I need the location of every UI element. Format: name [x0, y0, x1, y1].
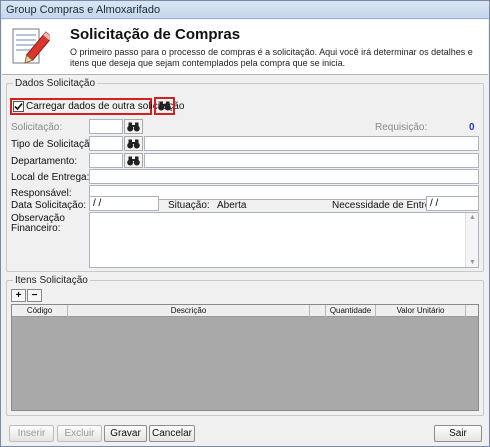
- tipo-solicitacao-desc-input[interactable]: [144, 136, 479, 151]
- carregar-checkbox[interactable]: [13, 101, 24, 112]
- solicitacao-label: Solicitação:: [11, 122, 63, 133]
- tipo-solicitacao-search-button[interactable]: [124, 136, 143, 151]
- data-solicitacao-label: Data Solicitação:: [11, 200, 87, 211]
- situacao-value: Aberta: [217, 200, 247, 211]
- binoculars-icon: [158, 101, 171, 111]
- scroll-down-icon[interactable]: ▼: [469, 259, 476, 266]
- tipo-solicitacao-code-input[interactable]: [89, 136, 123, 151]
- data-solicitacao-input[interactable]: / /: [89, 196, 159, 211]
- tipo-solicitacao-label: Tipo de Solicitação:: [11, 139, 98, 150]
- binoculars-icon: [127, 139, 140, 148]
- itens-grid[interactable]: Código Descrição Quantidade Valor Unitár…: [11, 304, 479, 411]
- column-header-valor-unitario[interactable]: Valor Unitário: [376, 305, 466, 317]
- cancelar-button[interactable]: Cancelar: [149, 425, 195, 442]
- necessidade-entrega-input[interactable]: / /: [426, 196, 479, 211]
- column-header-descricao[interactable]: Descrição: [68, 305, 310, 317]
- inserir-button[interactable]: Inserir: [9, 425, 54, 442]
- column-header-codigo[interactable]: Código: [12, 305, 68, 317]
- excluir-button[interactable]: Excluir: [57, 425, 102, 442]
- document-pencil-icon: [10, 26, 53, 68]
- departamento-code-input[interactable]: [89, 153, 123, 168]
- requisicao-value: 0: [469, 122, 475, 133]
- local-entrega-label: Local de Entrega:: [11, 172, 90, 183]
- departamento-search-button[interactable]: [124, 153, 143, 168]
- remove-item-button[interactable]: −: [27, 289, 42, 302]
- column-header-quantidade[interactable]: Quantidade: [326, 305, 376, 317]
- carregar-search-button[interactable]: [156, 99, 173, 113]
- gravar-button[interactable]: Gravar: [104, 425, 147, 442]
- window-title: Group Compras e Almoxarifado: [6, 4, 161, 16]
- dados-legend: Dados Solicitação: [15, 78, 96, 89]
- main-window: Group Compras e Almoxarifado Solicitação…: [0, 0, 490, 447]
- add-item-button[interactable]: +: [11, 289, 26, 302]
- title-bar: Group Compras e Almoxarifado: [1, 1, 489, 19]
- header-panel: Solicitação de Compras O primeiro passo …: [2, 20, 488, 75]
- requisicao-label: Requisição:: [375, 122, 428, 133]
- scroll-up-icon[interactable]: ▲: [469, 214, 476, 221]
- binoculars-icon: [127, 122, 140, 131]
- responsavel-label: Responsável:: [11, 188, 72, 199]
- binoculars-icon: [127, 156, 140, 165]
- solicitacao-search-button[interactable]: [124, 119, 143, 134]
- page-title: Solicitação de Compras: [70, 26, 241, 43]
- itens-grid-header: Código Descrição Quantidade Valor Unitár…: [12, 305, 478, 317]
- situacao-label: Situação:: [168, 200, 210, 211]
- observacao-label-line2: Financeiro:: [11, 223, 61, 234]
- solicitacao-input[interactable]: [89, 119, 123, 134]
- departamento-desc-input[interactable]: [144, 153, 479, 168]
- departamento-label: Departamento:: [11, 156, 78, 167]
- observacao-financeiro-textarea[interactable]: ▲ ▼: [89, 212, 479, 268]
- local-entrega-input[interactable]: [89, 169, 479, 184]
- page-description: O primeiro passo para o processo de comp…: [70, 47, 473, 68]
- column-header-spacer: [310, 305, 326, 317]
- itens-legend: Itens Solicitação: [15, 275, 88, 286]
- checkmark-icon: [14, 102, 23, 111]
- sair-button[interactable]: Sair: [434, 425, 482, 442]
- observacao-scrollbar[interactable]: ▲ ▼: [465, 213, 478, 267]
